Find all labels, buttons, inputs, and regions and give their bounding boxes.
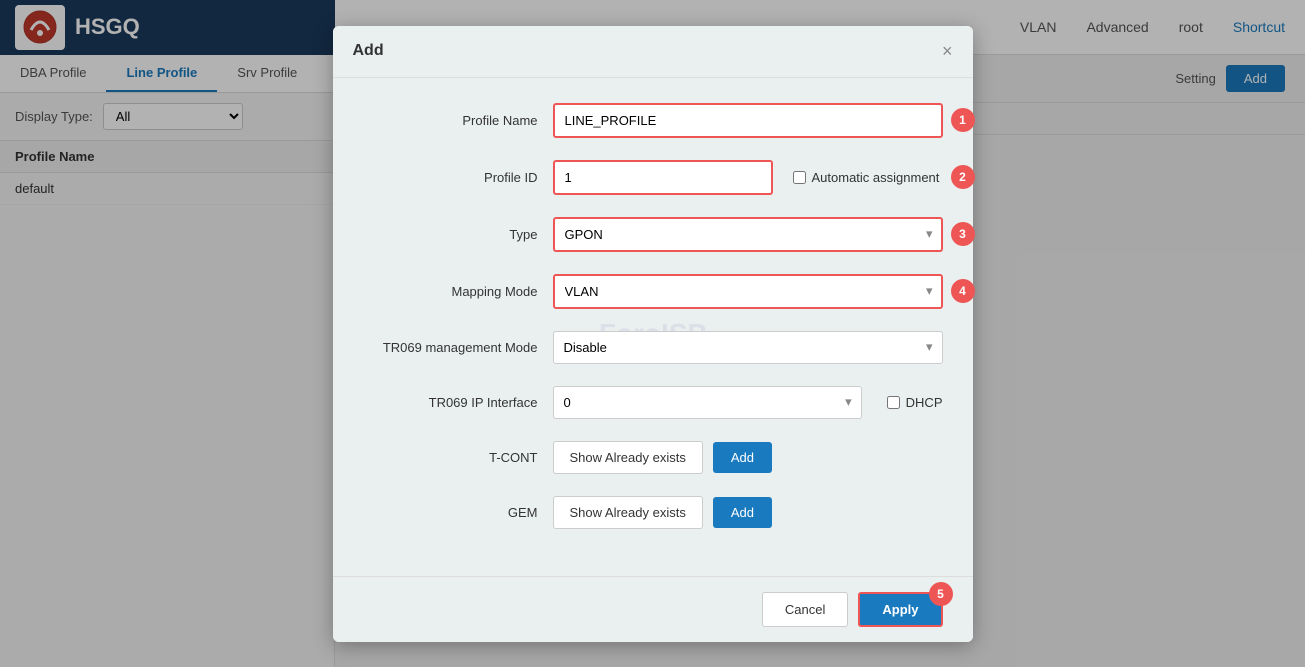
badge-4: 4 [951, 279, 975, 303]
badge-3: 3 [951, 222, 975, 246]
modal-close-button[interactable]: × [942, 41, 953, 62]
gem-add-button[interactable]: Add [713, 497, 772, 528]
profile-name-label: Profile Name [363, 113, 553, 128]
type-label: Type [363, 227, 553, 242]
tcont-add-button[interactable]: Add [713, 442, 772, 473]
mapping-mode-row: Mapping Mode VLAN GEM TCI 4 [363, 274, 943, 309]
modal-title: Add [353, 42, 384, 60]
modal-overlay: Add × ForoISP Profile Name 1 Profile ID [0, 0, 1305, 667]
badge-1: 1 [951, 108, 975, 132]
gem-controls: Show Already exists Add [553, 496, 772, 529]
dhcp-label: DHCP [906, 395, 943, 410]
tr069-ip-label: TR069 IP Interface [363, 395, 553, 410]
badge-2: 2 [951, 165, 975, 189]
auto-assignment-group: Automatic assignment [793, 170, 940, 185]
auto-assignment-label: Automatic assignment [812, 170, 940, 185]
profile-id-label: Profile ID [363, 170, 553, 185]
profile-name-input[interactable] [553, 103, 943, 138]
tcont-label: T-CONT [363, 450, 553, 465]
type-select[interactable]: GPON EPON XGS-PON [553, 217, 943, 252]
dhcp-group: DHCP [887, 395, 943, 410]
gem-row: GEM Show Already exists Add [363, 496, 943, 529]
tcont-controls: Show Already exists Add [553, 441, 772, 474]
tr069-ip-row: TR069 IP Interface 0 1 2 DHCP [363, 386, 943, 419]
modal-footer: Cancel Apply 5 [333, 576, 973, 642]
tr069-ip-select[interactable]: 0 1 2 [553, 386, 862, 419]
tr069-mode-row: TR069 management Mode Disable Enable [363, 331, 943, 364]
tcont-show-exists-button[interactable]: Show Already exists [553, 441, 703, 474]
add-modal: Add × ForoISP Profile Name 1 Profile ID [333, 26, 973, 642]
gem-show-exists-button[interactable]: Show Already exists [553, 496, 703, 529]
badge-5: 5 [929, 582, 953, 606]
mapping-mode-label: Mapping Mode [363, 284, 553, 299]
profile-name-row: Profile Name 1 [363, 103, 943, 138]
gem-label: GEM [363, 505, 553, 520]
modal-header: Add × [333, 26, 973, 78]
dhcp-checkbox[interactable] [887, 396, 900, 409]
auto-assignment-checkbox[interactable] [793, 171, 806, 184]
modal-body: ForoISP Profile Name 1 Profile ID Automa… [333, 78, 973, 576]
mapping-mode-select[interactable]: VLAN GEM TCI [553, 274, 943, 309]
cancel-button[interactable]: Cancel [762, 592, 848, 627]
profile-id-row: Profile ID Automatic assignment 2 [363, 160, 943, 195]
profile-id-input[interactable] [553, 160, 773, 195]
tcont-row: T-CONT Show Already exists Add [363, 441, 943, 474]
tr069-mode-select[interactable]: Disable Enable [553, 331, 943, 364]
type-row: Type GPON EPON XGS-PON 3 [363, 217, 943, 252]
tr069-mode-label: TR069 management Mode [363, 340, 553, 355]
